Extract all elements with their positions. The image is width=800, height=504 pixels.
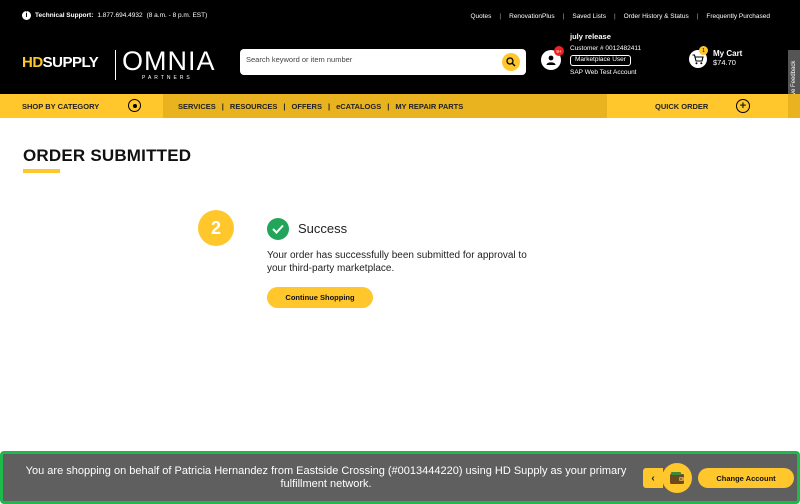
support-label: Technical Support: [35, 12, 94, 19]
search-bar [240, 49, 526, 75]
shop-by-category-label: SHOP BY CATEGORY [22, 101, 100, 111]
support-hours: (8 a.m. - 8 p.m. EST) [146, 12, 208, 19]
main-nav: SHOP BY CATEGORY SERVICES | RESOURCES | OF… [0, 94, 800, 118]
cart-count-badge: 1 [699, 46, 708, 55]
separator: | [283, 101, 286, 111]
search-button[interactable] [502, 53, 520, 71]
success-heading: Success [298, 221, 348, 236]
success-message: Your order has successfully been submitt… [267, 250, 527, 274]
notification-badge: 9+ [554, 46, 564, 56]
account-info[interactable]: july release Customer # 0012482411 Marke… [570, 33, 641, 76]
plus-circle-icon: + [736, 99, 750, 113]
nav-services[interactable]: SERVICES [178, 102, 216, 111]
omnia-partners-text: PARTNERS [142, 75, 193, 81]
page-title: ORDER SUBMITTED [23, 146, 192, 165]
omnia-logo: OMNIA [122, 46, 216, 76]
link-quotes[interactable]: Quotes [462, 13, 499, 20]
top-utility-bar: i Technical Support: 1.877.694.4932 (8 a… [0, 0, 800, 32]
link-saved-lists[interactable]: Saved Lists [564, 13, 614, 20]
wallet-icon [670, 472, 684, 484]
logo-divider [115, 50, 116, 80]
account-name: july release [570, 32, 611, 41]
logo-hd-text: HD [22, 54, 43, 71]
continue-shopping-button[interactable]: Continue Shopping [267, 287, 373, 308]
chevron-left-icon: ‹ [651, 472, 655, 484]
collapse-banner-button[interactable]: ‹ [643, 468, 663, 488]
support-phone[interactable]: 1.877.694.4932 [97, 12, 142, 19]
checkmark-glyph-icon [272, 224, 284, 234]
nav-ecatalogs[interactable]: eCATALOGS [336, 102, 381, 111]
cart-summary[interactable]: My Cart $74.70 [713, 49, 742, 67]
search-icon [506, 57, 516, 67]
title-underline [23, 169, 60, 173]
search-input[interactable] [246, 55, 486, 64]
quick-order-label: QUICK ORDER [655, 101, 709, 111]
link-order-history[interactable]: Order History & Status [616, 13, 697, 20]
utility-links: Quotes | RenovationPlus | Saved Lists | Ord… [462, 13, 778, 20]
nav-links: SERVICES | RESOURCES | OFFERS | eCATALOGS | … [178, 94, 463, 118]
wallet-button[interactable] [662, 463, 692, 493]
banner-message: You are shopping on behalf of Patricia H… [25, 465, 627, 491]
nav-resources[interactable]: RESOURCES [230, 102, 278, 111]
logo-supply-text: SUPPLY [42, 54, 99, 71]
check-icon [267, 218, 289, 240]
separator: | [327, 101, 331, 111]
nav-offers[interactable]: OFFERS [292, 102, 322, 111]
cart-total: $74.70 [713, 57, 736, 67]
separator: | [221, 101, 224, 111]
hd-supply-logo[interactable]: HDSUPPLY [22, 54, 99, 71]
cart-glyph-icon [692, 53, 704, 64]
account-role-badge: Marketplace User [570, 55, 631, 66]
account-type: SAP Web Test Account [570, 68, 637, 76]
shopping-on-behalf-banner: You are shopping on behalf of Patricia H… [0, 451, 800, 504]
nav-my-repair-parts[interactable]: MY REPAIR PARTS [395, 102, 463, 111]
site-header: HDSUPPLY OMNIA PARTNERS 9+ july release … [0, 32, 800, 94]
link-renovationplus[interactable]: RenovationPlus [501, 13, 563, 20]
customer-number: Customer # 0012482411 [570, 44, 642, 52]
user-icon [546, 55, 556, 65]
shop-by-category-button[interactable]: SHOP BY CATEGORY [0, 94, 163, 118]
step-number-badge: 2 [198, 210, 234, 246]
link-frequently-purchased[interactable]: Frequently Purchased [698, 13, 778, 20]
quick-order-button[interactable]: QUICK ORDER + [607, 94, 788, 118]
technical-support: i Technical Support: 1.877.694.4932 (8 a… [22, 11, 207, 20]
change-account-button[interactable]: Change Account [698, 468, 794, 488]
separator: | [387, 101, 390, 111]
info-icon: i [22, 11, 31, 20]
category-circle-icon [128, 99, 141, 112]
